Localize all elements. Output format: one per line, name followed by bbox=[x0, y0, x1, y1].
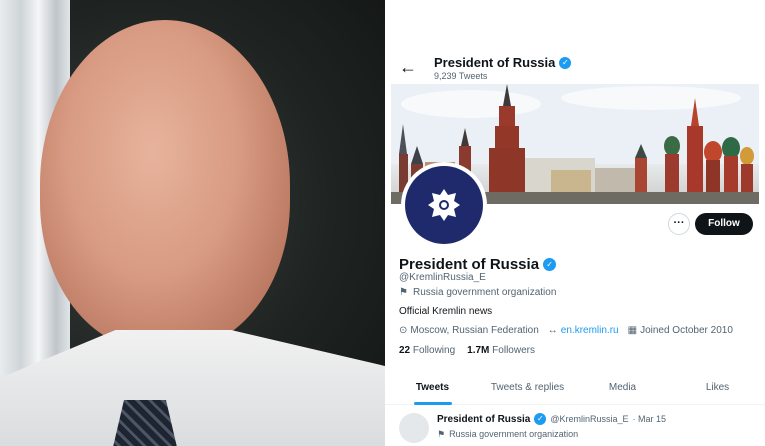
flag-icon: ⚑ bbox=[437, 429, 446, 439]
joined-label: Joined October 2010 bbox=[640, 325, 733, 336]
profile-category: ⚑ Russia government organization bbox=[399, 287, 556, 298]
follow-stats: 22 Following 1.7M Followers bbox=[399, 345, 535, 356]
website-item[interactable]: ↔ en.kremlin.ru bbox=[548, 325, 619, 336]
tweet-avatar[interactable] bbox=[399, 413, 429, 443]
profile-bio: Official Kremlin news bbox=[399, 306, 493, 317]
tweet-author-handle[interactable]: @KremlinRussia_E bbox=[550, 414, 628, 424]
header-name: President of Russia bbox=[434, 55, 556, 70]
follow-button[interactable]: Follow bbox=[695, 213, 753, 235]
header-title: President of Russia ✓ bbox=[434, 55, 572, 70]
profile-meta: ⊙ Moscow, Russian Federation ↔ en.kremli… bbox=[399, 325, 733, 336]
profile-name: President of Russia ✓ bbox=[399, 256, 557, 273]
profile-header: ← President of Russia ✓ 9,239 Tweets bbox=[385, 0, 765, 84]
following-stat[interactable]: 22 Following bbox=[399, 345, 455, 356]
calendar-icon: ▦ bbox=[627, 325, 638, 336]
face bbox=[40, 20, 290, 350]
location-label: Moscow, Russian Federation bbox=[410, 325, 539, 336]
flag-icon: ⚑ bbox=[399, 287, 408, 298]
tweet-author-line: President of Russia ✓ @KremlinRussia_E ·… bbox=[437, 413, 666, 425]
coat-of-arms-icon bbox=[405, 166, 483, 244]
tab-tweets-and-replies[interactable]: Tweets & replies bbox=[480, 373, 575, 404]
followers-stat[interactable]: 1.7M Followers bbox=[467, 345, 535, 356]
profile-handle: @KremlinRussia_E bbox=[399, 272, 486, 283]
tab-tweets[interactable]: Tweets bbox=[385, 373, 480, 405]
tweet-author-name[interactable]: President of Russia bbox=[437, 414, 530, 425]
joined-item: ▦ Joined October 2010 bbox=[628, 325, 733, 336]
verified-badge-icon: ✓ bbox=[543, 258, 557, 271]
tab-likes[interactable]: Likes bbox=[670, 373, 765, 404]
tweet-item[interactable]: President of Russia ✓ @KremlinRussia_E ·… bbox=[385, 405, 765, 446]
location-item: ⊙ Moscow, Russian Federation bbox=[399, 325, 539, 336]
following-count: 22 bbox=[399, 345, 411, 356]
following-label: Following bbox=[412, 345, 456, 356]
profile-avatar[interactable] bbox=[401, 162, 487, 248]
portrait-photo bbox=[0, 0, 385, 446]
twitter-profile: ← President of Russia ✓ 9,239 Tweets ···… bbox=[385, 0, 765, 446]
location-pin-icon: ⊙ bbox=[399, 325, 408, 336]
tweet-count: 9,239 Tweets bbox=[434, 71, 488, 81]
verified-badge-icon: ✓ bbox=[559, 56, 572, 69]
tweet-date[interactable]: · Mar 15 bbox=[633, 414, 667, 424]
back-arrow-icon[interactable]: ← bbox=[399, 58, 417, 76]
tab-media[interactable]: Media bbox=[575, 373, 670, 404]
profile-tabs: Tweets Tweets & replies Media Likes bbox=[385, 373, 765, 405]
followers-count: 1.7M bbox=[467, 345, 490, 356]
followers-label: Followers bbox=[492, 345, 535, 356]
tweet-category: ⚑ Russia government organization bbox=[437, 429, 578, 440]
category-label: Russia government organization bbox=[412, 287, 557, 298]
verified-badge-icon: ✓ bbox=[534, 413, 547, 425]
tweet-category-label: Russia government organization bbox=[449, 429, 579, 439]
more-options-button[interactable]: ··· bbox=[668, 213, 690, 235]
link-icon: ↔ bbox=[547, 325, 558, 336]
website-link[interactable]: en.kremlin.ru bbox=[561, 325, 619, 336]
profile-display-name: President of Russia bbox=[399, 256, 540, 273]
